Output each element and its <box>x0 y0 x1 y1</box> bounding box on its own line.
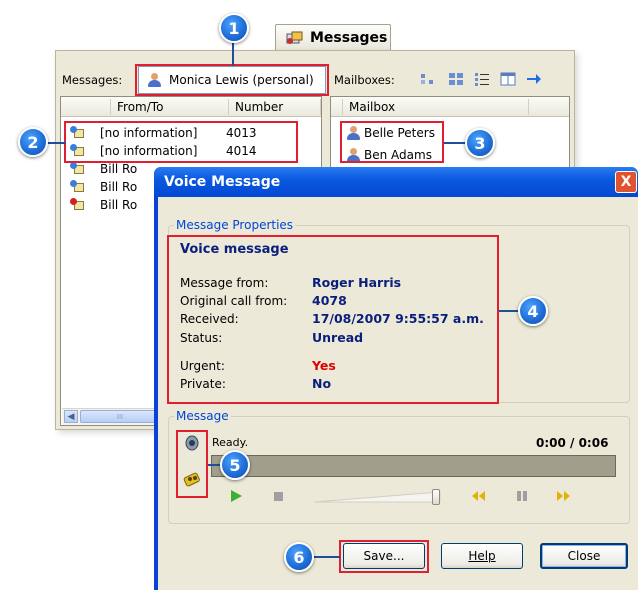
details-view-icon[interactable] <box>500 72 516 86</box>
close-glyph: X <box>620 174 632 190</box>
callout-badge-1: 1 <box>219 13 249 43</box>
message-properties-title: Message Properties <box>174 218 296 232</box>
scroll-grip: III <box>116 412 124 421</box>
message-list-header: From/To Number <box>61 97 321 117</box>
volume-slider[interactable] <box>312 489 444 505</box>
stop-icon[interactable] <box>272 488 286 504</box>
column-number[interactable]: Number <box>229 98 321 115</box>
scroll-left-icon[interactable]: ◀ <box>64 410 78 423</box>
voice-message-icon <box>70 180 84 194</box>
voice-message-icon <box>70 198 84 212</box>
callout-badge-6: 6 <box>284 542 314 572</box>
messages-icon <box>286 31 304 45</box>
tab-label: Messages <box>310 29 388 46</box>
callout-badge-3: 3 <box>465 128 495 158</box>
list-view-icon[interactable] <box>474 72 490 86</box>
callout-line <box>232 40 234 66</box>
column-mailbox[interactable]: Mailbox <box>343 98 529 115</box>
dialog-title-bar[interactable]: Voice Message <box>154 167 638 197</box>
callout-badge-4: 4 <box>518 296 548 326</box>
pause-icon[interactable] <box>514 488 530 504</box>
callout-box-message-rows <box>64 121 298 163</box>
callout-badge-2: 2 <box>18 127 48 157</box>
arrow-right-icon[interactable] <box>526 72 542 86</box>
callout-line <box>46 142 66 144</box>
callout-box-user-selector <box>135 64 329 96</box>
callout-box-player-icons <box>176 430 208 498</box>
message-group-title: Message <box>174 409 231 423</box>
player-time: 0:00 / 0:06 <box>536 436 609 450</box>
rewind-icon[interactable] <box>470 488 486 504</box>
close-button-label: Close <box>567 549 601 563</box>
help-button-label: Help <box>468 549 496 563</box>
help-button[interactable]: Help <box>441 543 523 569</box>
close-icon[interactable]: X <box>615 171 637 193</box>
large-icons-view-icon[interactable] <box>448 72 464 86</box>
tab-messages[interactable]: Messages <box>275 24 391 50</box>
close-button[interactable]: Close <box>540 543 628 569</box>
callout-badge-5: 5 <box>220 450 250 480</box>
dialog-title: Voice Message <box>164 174 281 190</box>
scroll-thumb[interactable]: III <box>80 410 160 423</box>
callout-box-properties <box>167 235 499 404</box>
small-icons-view-icon[interactable] <box>420 72 436 86</box>
callout-box-mailboxes <box>340 121 444 163</box>
player-status: Ready. <box>212 436 249 449</box>
fast-forward-icon[interactable] <box>556 488 572 504</box>
play-icon[interactable] <box>228 488 244 504</box>
column-from-to[interactable]: From/To <box>111 98 229 115</box>
callout-line <box>314 556 340 558</box>
voice-message-icon <box>70 162 84 176</box>
messages-label: Messages: <box>62 73 123 87</box>
volume-thumb[interactable] <box>432 489 440 505</box>
playback-progress-bar[interactable] <box>211 455 616 477</box>
callout-box-save <box>339 540 429 573</box>
mailboxes-label: Mailboxes: <box>334 73 395 87</box>
